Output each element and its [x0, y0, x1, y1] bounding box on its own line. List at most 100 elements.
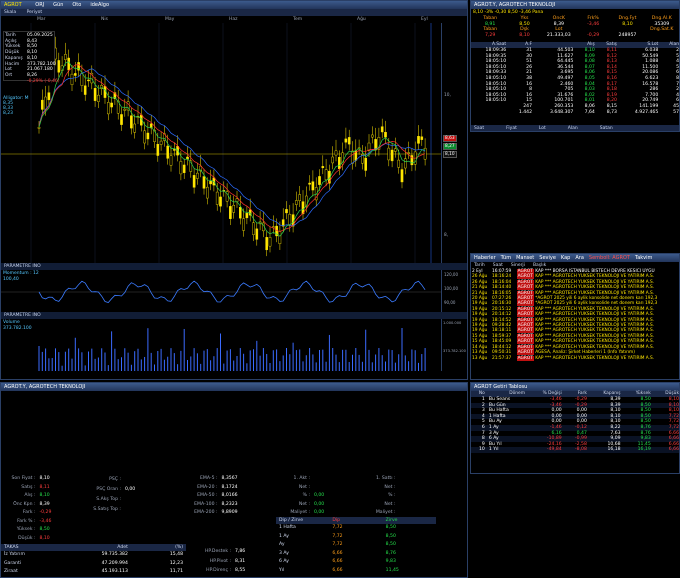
- detail-row: HP.Pivot : 8,31: [191, 557, 271, 567]
- return-cell: 16,18: [607, 447, 621, 453]
- candle-body: [351, 150, 354, 164]
- scale-button[interactable]: Skala: [4, 10, 16, 15]
- news-symbol-tag: AGROT: [516, 274, 534, 280]
- menu-item[interactable]: ideAlgo: [90, 2, 109, 8]
- menu-item[interactable]: Oto: [72, 2, 81, 8]
- ma-legend-item: 8,23: [3, 111, 14, 116]
- detail-psc-list: PSÇ : PSÇ Oran : 0,00 S.Akş Top : S.Satış To…: [81, 475, 161, 515]
- news-tab[interactable]: Haberler: [474, 255, 496, 261]
- dip-header-cell[interactable]: Zirve: [383, 517, 436, 524]
- candle-body: [384, 132, 387, 138]
- news-tab[interactable]: Seviye: [539, 255, 556, 261]
- quote-value: -0,29: [587, 32, 600, 38]
- takas-header-cell[interactable]: TAKAS: [1, 544, 76, 551]
- detail-value: 8,11: [39, 484, 50, 490]
- detail-key: EMA-50 :: [197, 493, 218, 498]
- detail-row: Önc Kpn :8,39: [1, 501, 71, 510]
- news-column-header[interactable]: Başlık: [533, 263, 546, 268]
- return-cell: -8,08: [575, 447, 587, 453]
- month-label: Haz: [229, 17, 238, 22]
- detail-key: EMA-5 :: [200, 476, 218, 481]
- quote-cell: OncK 8,39: [542, 16, 576, 27]
- period-button[interactable]: Periyot: [27, 10, 43, 15]
- news-symbol-tag: AGROT: [516, 339, 534, 345]
- trade-cell: 8,73: [606, 109, 617, 115]
- return-cell: 10: [478, 447, 485, 453]
- takas-header-cell[interactable]: (%): [131, 544, 186, 551]
- news-list: 2 Eyl 16:07:59 AGROT KAP *** BORSA ISTANBU…: [471, 269, 679, 361]
- detail-price-list: Son Fiyat :8,10 Satış :8,11 Alış :8,10 Önc …: [1, 475, 71, 543]
- news-date: 13 Ağu: [472, 355, 488, 361]
- news-headline: AGESA, Analiz: Şirket Haberleri 1 (Info …: [533, 350, 635, 356]
- candle-body: [67, 57, 70, 71]
- trades-footer-tab[interactable]: Alan: [568, 126, 578, 131]
- candle-body: [37, 127, 41, 129]
- return-row[interactable]: 1 Bu Seans -3,46 -0,29 8,39 8,50 8,10: [471, 397, 679, 403]
- trades-footer-tab[interactable]: Lot: [539, 126, 546, 131]
- news-tab[interactable]: Manset: [516, 255, 534, 261]
- news-column-header[interactable]: Tarih: [474, 263, 485, 268]
- takas-row[interactable]: Ziraat 45.193.113 11,71: [1, 568, 186, 577]
- candle-body: [334, 150, 338, 156]
- detail-key: Net :: [298, 501, 310, 507]
- news-column-header[interactable]: Saat: [493, 263, 503, 268]
- quote-row: Taban 8,91 Yks 8,50 OncK 8,39 Frk% -3,46 Dng.Fyt…: [473, 16, 679, 27]
- dip-cell: 1 Hafta: [279, 525, 296, 530]
- quote-cell: Taban 8,91: [473, 16, 507, 27]
- trade-row[interactable]: 1.442 3.648.307 7,64 8,73 4.927.465 57: [471, 109, 679, 116]
- detail-key: 1. Sattı :: [376, 476, 396, 481]
- dip-header-cell[interactable]: Dip: [329, 517, 382, 524]
- dip-row: 3 Ay 6,66 8,76: [276, 550, 436, 559]
- detail-value: 8,0166: [221, 493, 238, 498]
- candle-body: [169, 155, 173, 166]
- trades-footer-tab[interactable]: Satan: [600, 126, 613, 131]
- news-time: 21:57:37: [491, 355, 512, 361]
- candle-body: [324, 169, 328, 181]
- news-symbol-tag: AGROT: [516, 355, 534, 361]
- takas-header-cell[interactable]: Adet: [76, 544, 131, 551]
- detail-value: 8,39: [39, 501, 50, 507]
- price-badge: 8,10: [443, 151, 457, 158]
- quote-cell: Yks 8,50: [507, 16, 541, 27]
- detail-key: Fark :: [22, 510, 36, 515]
- news-tab[interactable]: Ara: [575, 255, 584, 261]
- news-tab[interactable]: Tüm: [501, 255, 511, 261]
- price-chart[interactable]: [1, 23, 441, 263]
- takas-row[interactable]: Garanti 47.209.994 12,23: [1, 560, 186, 569]
- dip-cell: 8,50: [385, 533, 396, 539]
- news-column-header[interactable]: Sinerji: [511, 263, 525, 268]
- return-table: No Dönem% Değişi Fark Kapanış Yüksek Düşük 1 Bu…: [471, 391, 679, 453]
- symbol-label[interactable]: AGROT: [4, 2, 22, 8]
- dip-cell: 6,66: [332, 550, 343, 556]
- news-row[interactable]: 13 Ağu 21:57:37 AGROT KAP *** AGROTECH YUK…: [471, 355, 679, 361]
- dip-cell: 1 Ay: [279, 533, 289, 539]
- news-tab[interactable]: Kap: [561, 255, 570, 261]
- quote-cell: Taban 7,29: [473, 27, 507, 38]
- trades-footer-tab[interactable]: Fiyat: [506, 126, 517, 131]
- momentum-chart[interactable]: [1, 270, 441, 312]
- price-tick: 8,: [444, 233, 449, 238]
- candle-body: [295, 200, 298, 205]
- candle-body: [229, 206, 232, 219]
- return-row[interactable]: 10 1 Yıl -49,84 -8,08 16,18 16,19 6,66: [471, 447, 679, 453]
- detail-key: PSÇ Oran :: [96, 487, 121, 492]
- dip-cell: 3 Ay: [279, 550, 289, 556]
- dip-header-cell[interactable]: Dip / Zirve: [276, 517, 329, 524]
- takas-cell: 15,48: [169, 552, 184, 557]
- menu-item[interactable]: Gün: [53, 2, 63, 8]
- news-tab[interactable]: Semboll: AGROT: [589, 255, 630, 261]
- quote-cell: Dng.Fyt 8,10: [610, 16, 644, 27]
- quote-value: 7,29: [484, 32, 496, 38]
- candle-body: [123, 108, 127, 111]
- takas-cell: 12,23: [169, 560, 184, 566]
- candle-body: [110, 102, 113, 108]
- dip-cell: 9,83: [385, 559, 396, 564]
- news-tab[interactable]: Takvim: [635, 255, 652, 261]
- menu-item[interactable]: ORJ: [35, 2, 44, 8]
- takas-cell: İz Yatırım: [4, 552, 25, 557]
- volume-chart[interactable]: [1, 319, 441, 371]
- trade-cell: [471, 110, 508, 116]
- trades-footer-tab[interactable]: Saat: [474, 126, 484, 131]
- candle-body: [106, 102, 110, 115]
- takas-row[interactable]: İz Yatırım 59.735.382 15,48: [1, 551, 186, 560]
